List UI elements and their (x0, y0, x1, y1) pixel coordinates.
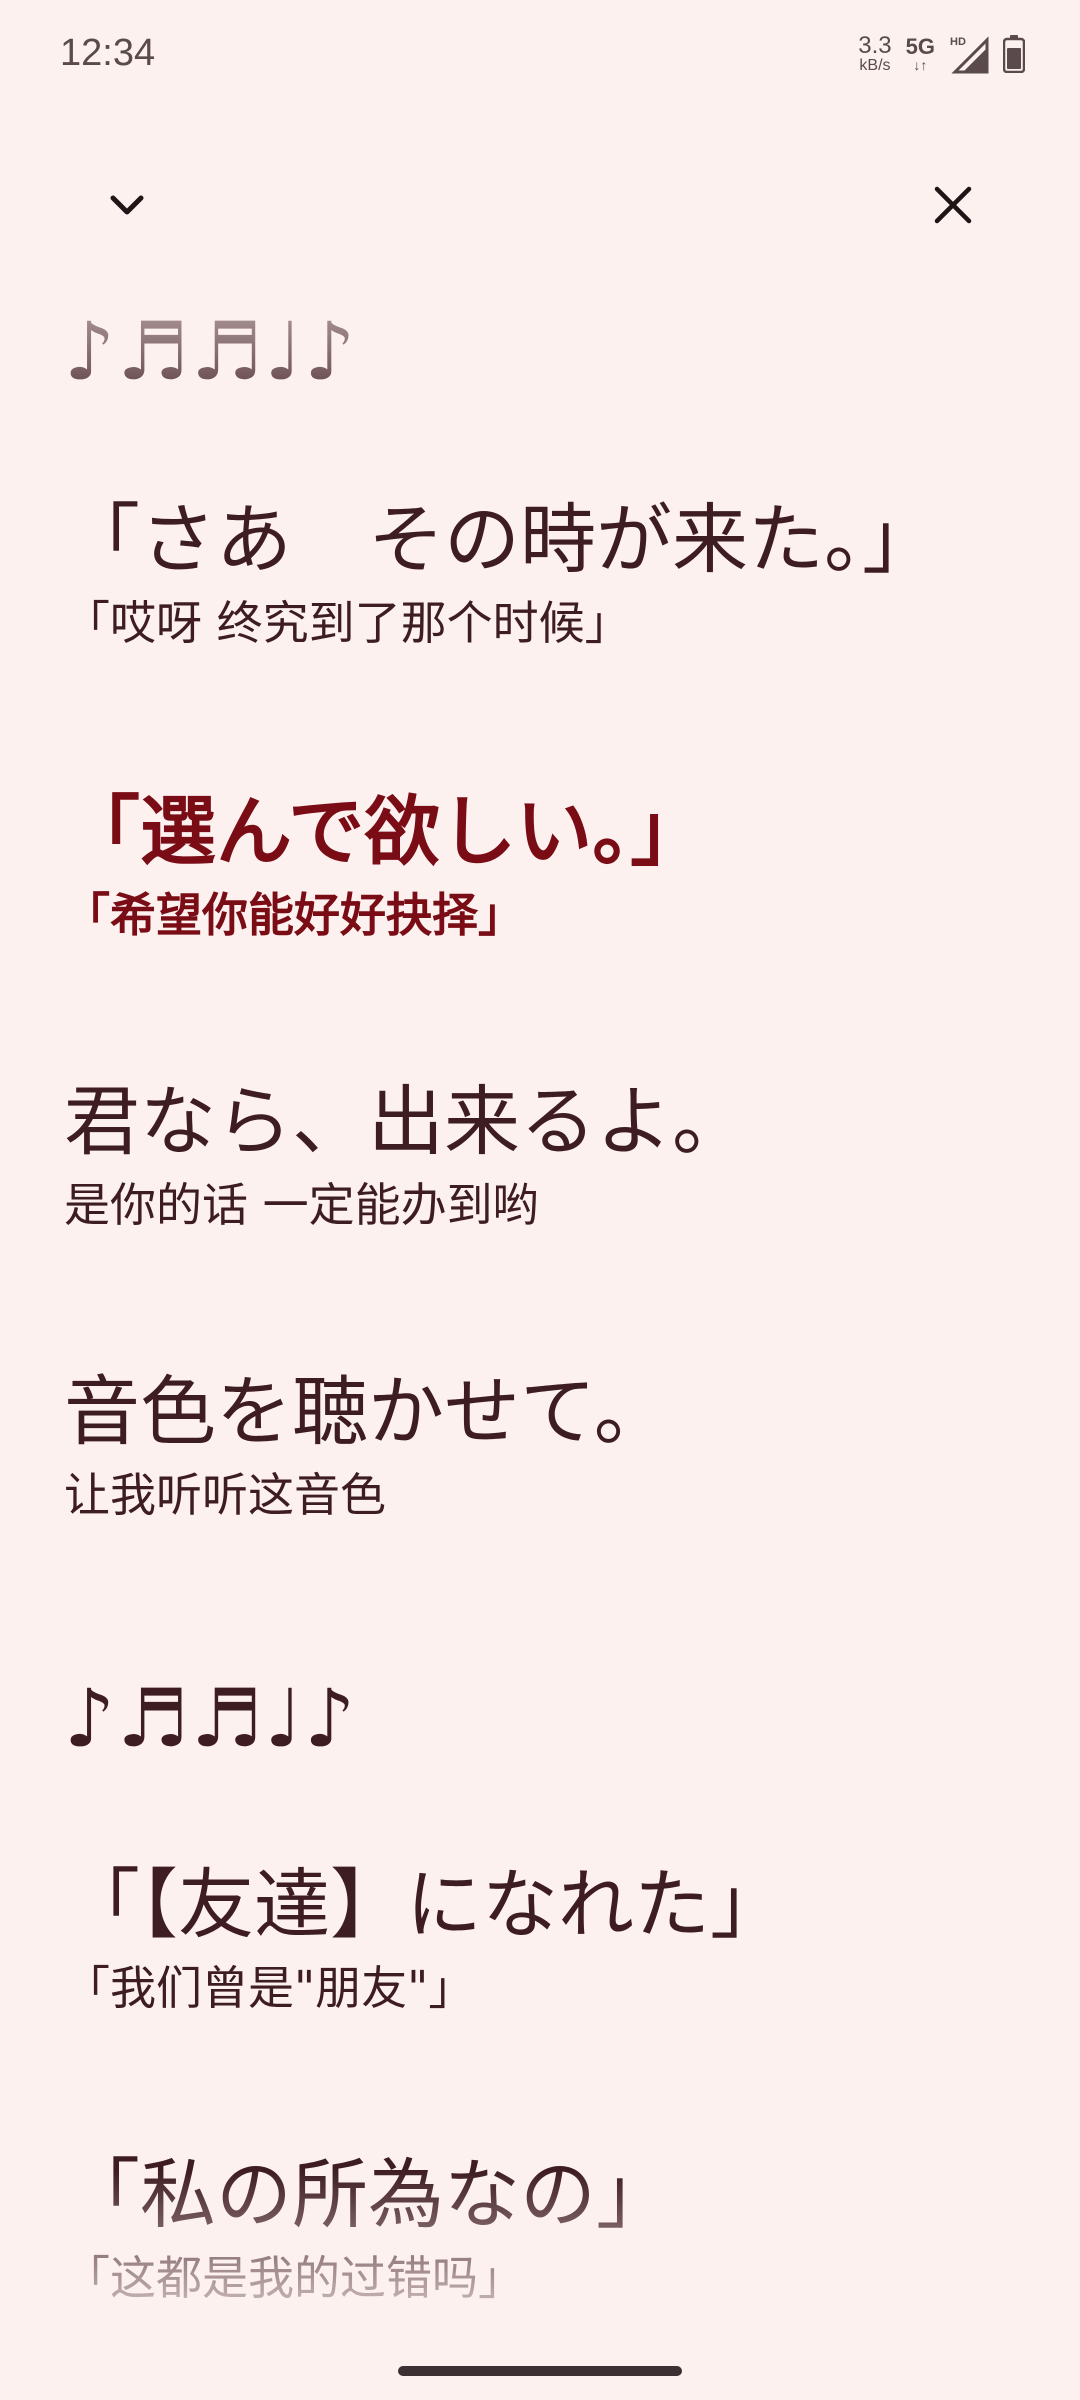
lyrics-list[interactable]: ♪♬♬♩♪ 「さあ その時が来た。」 「哎呀 终究到了那个时候」 「選んで欲しい… (0, 290, 1080, 2330)
lyric-translation: 「哎呀 终究到了那个时候」 (64, 595, 631, 650)
lyric-original: 「私の所為なの」 (64, 2150, 672, 2239)
lyric-translation: 让我听听这音色 (64, 1467, 386, 1522)
lyric-original: ♪♬♬♩♪ (64, 305, 358, 398)
lyric-line[interactable]: 音色を聴かせて。 让我听听这音色 (64, 1370, 1044, 1523)
lyric-translation: 「希望你能好好抉择」 (64, 887, 524, 942)
status-icons: 3.3 kB/s 5G ↓↑ HD (858, 34, 1025, 74)
network-type-label: 5G (905, 34, 935, 59)
lyric-original: 君なら、出来るよ。 (64, 1077, 748, 1166)
lyrics-screen: 12:34 3.3 kB/s 5G ↓↑ HD ♪♬♬♩♪ 「さあ その時が来た… (0, 0, 1080, 2400)
home-indicator[interactable] (398, 2366, 682, 2376)
network-type: 5G ↓↑ (905, 34, 935, 73)
lyric-translation: 是你的话 一定能办到哟 (64, 1177, 539, 1232)
lyric-line[interactable]: ♪♬♬♩♪ (64, 1675, 1044, 1763)
close-button[interactable] (918, 170, 988, 240)
lyric-original: ♪♬♬♩♪ (64, 1672, 358, 1765)
lyric-line[interactable]: 君なら、出来るよ。 是你的话 一定能办到哟 (64, 1080, 1044, 1233)
lyric-original: 音色を聴かせて。 (64, 1367, 670, 1456)
lyric-line[interactable]: 「さあ その時が来た。」 「哎呀 终究到了那个时候」 (64, 498, 1044, 651)
network-speed-unit: kB/s (859, 57, 891, 74)
close-icon (934, 186, 972, 224)
lyric-original: 「さあ その時が来た。」 (64, 495, 938, 584)
lyric-translation: 「我们曾是"朋友"」 (64, 1960, 475, 2015)
status-time: 12:34 (60, 32, 156, 74)
lyric-translation: 「这都是我的过错吗」 (64, 2250, 524, 2305)
lyric-line-active[interactable]: 「選んで欲しい。」 「希望你能好好抉择」 (64, 790, 1044, 943)
lyric-line[interactable]: 「【友達】になれた」 「我们曾是"朋友"」 (64, 1863, 1044, 2016)
collapse-button[interactable] (92, 170, 162, 240)
lyric-line[interactable]: 「私の所為なの」 「这都是我的过错吗」 (64, 2153, 1044, 2306)
battery-icon (1003, 35, 1025, 73)
signal-icon: HD (950, 36, 989, 74)
lyric-original: 「選んで欲しい。」 (64, 787, 707, 876)
lyric-line[interactable]: ♪♬♬♩♪ (64, 308, 1044, 396)
network-speed: 3.3 kB/s (858, 34, 891, 74)
network-speed-value: 3.3 (858, 32, 892, 59)
lyric-original: 「【友達】になれた」 (64, 1860, 786, 1949)
status-bar: 12:34 3.3 kB/s 5G ↓↑ HD (0, 0, 1080, 110)
chevron-down-icon (110, 195, 144, 215)
hd-label: HD (950, 36, 966, 48)
network-arrows: ↓↑ (913, 57, 928, 73)
